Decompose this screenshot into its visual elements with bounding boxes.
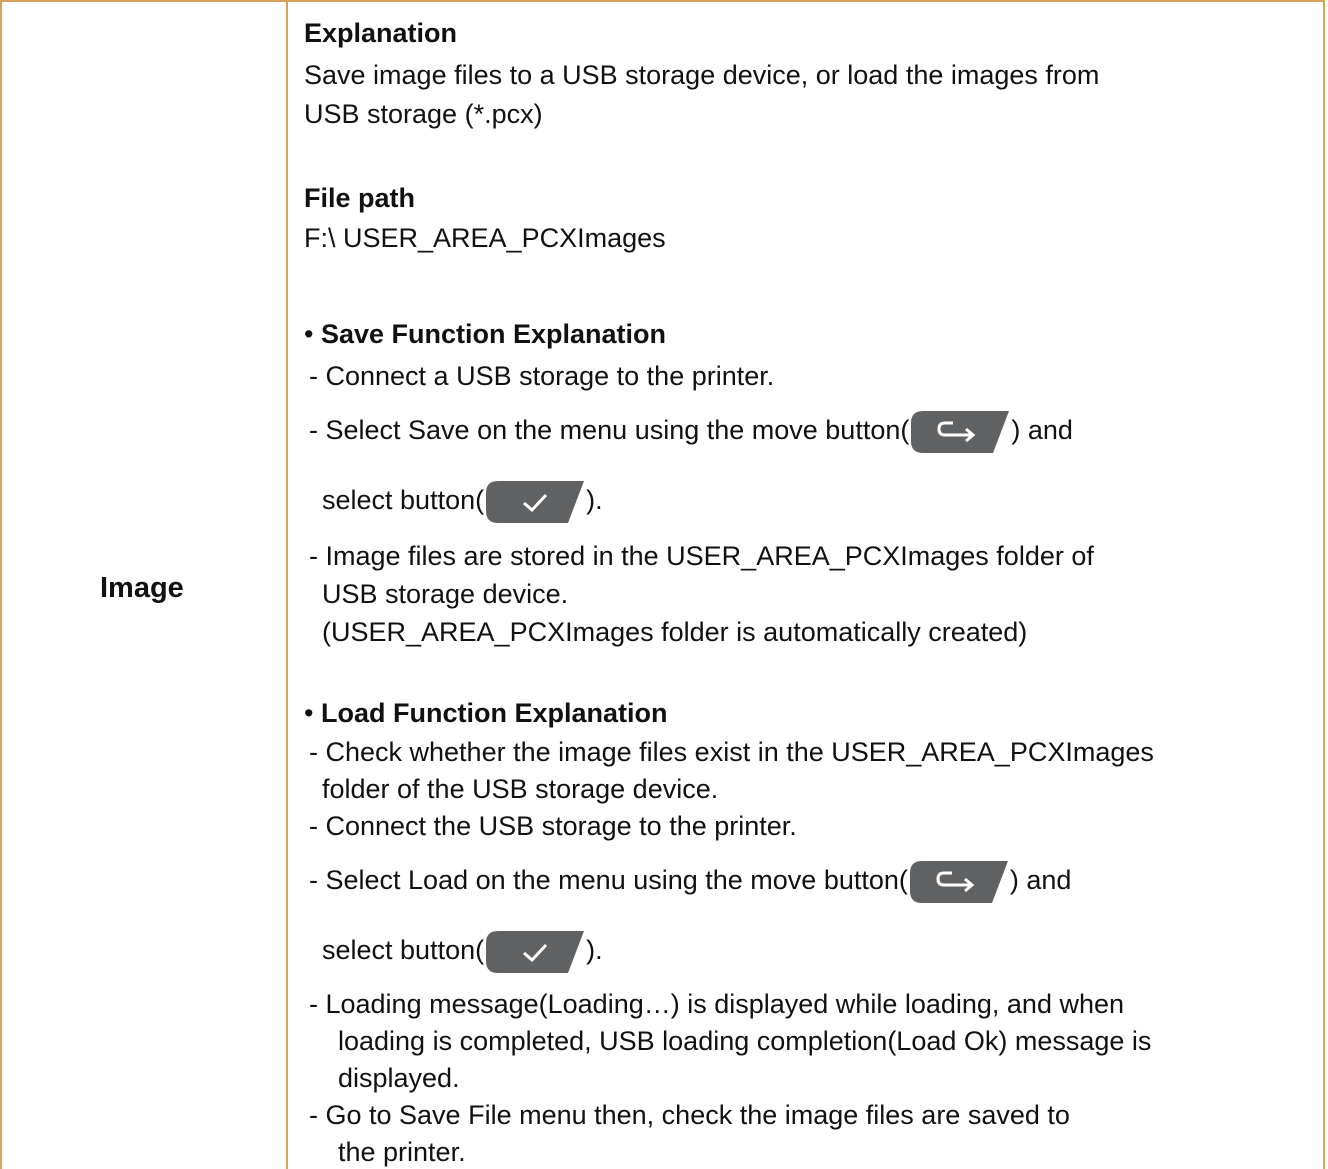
save-step2-pre: - Select Save on the menu using the move… [309,415,910,445]
save-step1: - Connect a USB storage to the printer. [309,361,775,391]
load-step4-line1: - Loading message(Loading…) is displayed… [309,989,1125,1019]
save-step2: - Select Save on the menu using the move… [309,400,1073,460]
load-step3b-post: ). [586,935,603,965]
load-step2: - Connect the USB storage to the printer… [309,811,797,841]
save-heading: Save Function Explanation [320,319,667,349]
save-step3-line3: (USER_AREA_PCXImages folder is automatic… [322,617,1028,647]
save-step3-line2: USB storage device. [322,579,569,609]
load-step5-line2: the printer. [338,1137,466,1167]
explanation-heading: Explanation [304,18,458,48]
save-heading-line: • Save Function Explanation [304,318,666,350]
file-path-heading: File path [304,183,416,213]
bullet: • [304,698,314,728]
load-step1-line2: folder of the USB storage device. [322,774,719,804]
file-path-value: F:\ USER_AREA_PCXImages [304,223,666,253]
column-divider [286,0,288,1169]
load-step3-post: ) and [1009,865,1072,895]
explanation-line2: USB storage (*.pcx) [304,99,543,129]
load-step4-line2: loading is completed, USB loading comple… [338,1026,1152,1056]
bullet: • [304,319,314,349]
save-step2-post: ) and [1011,415,1073,445]
load-step4-line3: displayed. [338,1063,460,1093]
save-step2b-post: ). [586,485,603,515]
save-step3-line1: - Image files are stored in the USER_ARE… [309,541,1094,571]
load-heading-line: • Load Function Explanation [304,697,667,729]
load-step3-pre: - Select Load on the menu using the move… [309,865,908,895]
save-step2b: select button(). [322,470,603,530]
load-step3b-pre: select button( [322,935,485,965]
save-step2b-pre: select button( [322,485,485,515]
move-button-icon [909,409,1011,455]
load-step5-line1: - Go to Save File menu then, check the i… [309,1100,1070,1130]
load-step3: - Select Load on the menu using the move… [309,850,1071,910]
select-button-icon [484,929,586,975]
load-step3b: select button(). [322,920,603,980]
select-button-icon [484,479,586,525]
row-label: Image [100,572,184,604]
move-button-icon [908,859,1010,905]
load-heading: Load Function Explanation [320,698,668,728]
explanation-line1: Save image files to a USB storage device… [304,60,1100,90]
load-step1-line1: - Check whether the image files exist in… [309,737,1154,767]
